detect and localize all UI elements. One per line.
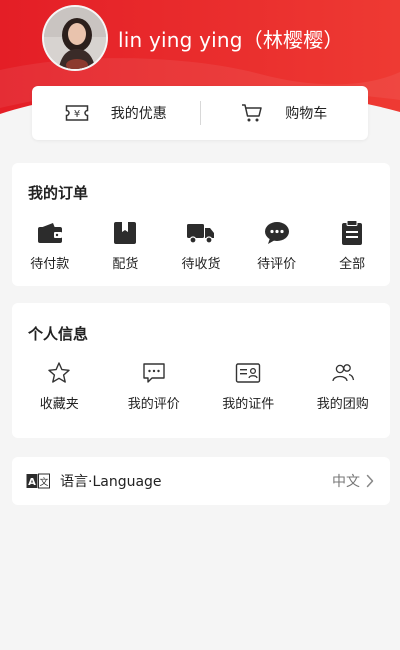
- orders-awaiting-delivery[interactable]: 待收货: [163, 220, 239, 272]
- orders-allocating[interactable]: 配货: [88, 220, 164, 272]
- language-label: 语言·Language: [60, 474, 162, 490]
- orders-item-label: 配货: [112, 257, 139, 272]
- orders-pending-payment[interactable]: 待付款: [12, 220, 88, 272]
- coupon-icon: ¥: [65, 104, 89, 122]
- svg-text:A: A: [28, 477, 36, 488]
- orders-item-label: 待评价: [257, 257, 297, 272]
- my-orders-title: 我的订单: [28, 184, 89, 202]
- orders-all[interactable]: 全部: [314, 220, 390, 272]
- truck-icon: [186, 220, 216, 246]
- my-coupons-button[interactable]: ¥ 我的优惠: [32, 86, 200, 140]
- package-icon: [113, 220, 137, 246]
- avatar[interactable]: [42, 5, 108, 71]
- my-reviews-button[interactable]: 我的评价: [107, 360, 202, 412]
- orders-item-label: 待收货: [181, 257, 221, 272]
- personal-item-label: 我的评价: [127, 397, 180, 412]
- quick-links-card: ¥ 我的优惠 购物车: [32, 86, 368, 140]
- my-orders-card: 我的订单 待付款 配货 待收货 待评价 全部: [12, 163, 390, 286]
- my-documents-button[interactable]: 我的证件: [201, 360, 296, 412]
- favorites-button[interactable]: 收藏夹: [12, 360, 107, 412]
- my-group-buys-button[interactable]: 我的团购: [296, 360, 391, 412]
- personal-item-label: 我的证件: [222, 397, 275, 412]
- translate-icon: A 文: [26, 473, 50, 489]
- group-icon: [330, 360, 356, 386]
- chevron-right-icon: [366, 474, 374, 488]
- personal-item-label: 我的团购: [316, 397, 369, 412]
- comment-icon: [142, 360, 166, 386]
- orders-awaiting-review[interactable]: 待评价: [239, 220, 315, 272]
- orders-item-label: 全部: [339, 257, 366, 272]
- chat-bubble-icon: [264, 220, 290, 246]
- star-icon: [47, 360, 71, 386]
- language-setting-row[interactable]: A 文 语言·Language 中文: [12, 457, 390, 505]
- personal-item-label: 收藏夹: [39, 397, 79, 412]
- personal-info-card: 个人信息 收藏夹 我的评价 我的证件 我的团购: [12, 303, 390, 438]
- clipboard-icon: [341, 220, 363, 246]
- shopping-cart-button[interactable]: 购物车: [201, 86, 369, 140]
- id-card-icon: [235, 360, 261, 386]
- svg-text:文: 文: [39, 476, 48, 488]
- my-coupons-label: 我的优惠: [110, 106, 167, 122]
- cart-icon: [241, 103, 263, 123]
- orders-item-label: 待付款: [30, 257, 70, 272]
- wallet-icon: [37, 220, 63, 246]
- svg-text:¥: ¥: [74, 109, 80, 120]
- personal-info-title: 个人信息: [28, 325, 89, 343]
- shopping-cart-label: 购物车: [285, 106, 328, 122]
- username: lin ying ying（林樱樱）: [118, 28, 344, 52]
- language-value: 中文: [332, 474, 360, 490]
